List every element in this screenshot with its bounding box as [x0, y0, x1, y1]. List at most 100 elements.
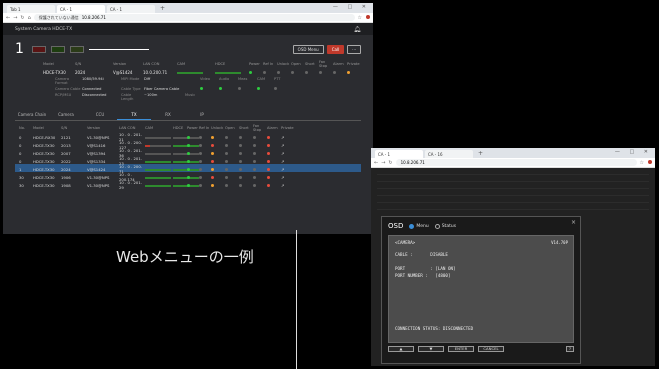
status-indicator [267, 143, 281, 148]
status-indicator [253, 167, 267, 172]
cancel-button[interactable]: CANCEL [478, 346, 504, 352]
status-indicator [187, 175, 199, 180]
status-indicator [253, 143, 267, 148]
browser-tab[interactable]: CA - 1 [107, 5, 155, 13]
url-field[interactable]: 10.8.206.71 [395, 159, 637, 166]
status-indicator [267, 167, 281, 172]
cam-level-bar [145, 175, 173, 180]
alarm-indicator [333, 70, 347, 75]
row-version: V@S1424 [87, 166, 106, 172]
row-version: V1.30@NPS [87, 134, 110, 140]
table-row[interactable]: 0 HDCE-RX30 2121 V1.30@NPS 10 . 0 . 201. 21 ↗ [15, 132, 361, 142]
reload-icon[interactable]: ↻ [20, 15, 24, 21]
new-tab-button[interactable]: + [157, 5, 168, 13]
row-model: HDCE-TX30 [33, 150, 55, 156]
close-icon[interactable]: × [571, 219, 576, 226]
osd-menu-button[interactable]: OSD Menu [292, 44, 324, 54]
info-label: Cable Length [121, 93, 134, 101]
info-value: ~100m [144, 93, 158, 97]
table-row[interactable]: 0 HDCE-TX30 2013 V@S1416 10 . 0 . 200. 127 ↗ [15, 140, 361, 150]
new-tab-button[interactable]: + [475, 150, 486, 158]
status-indicator [225, 159, 239, 164]
version-value: V@S1424 [113, 70, 133, 75]
tab-camera-chain[interactable]: Camera Chain [15, 110, 49, 120]
table-header-row: No. Model S/N Version LAN CON CAM HDCE P… [15, 124, 361, 132]
hdce-level-bar [173, 159, 199, 164]
call-button[interactable]: Call [326, 44, 345, 54]
table-row[interactable]: 1 HDCE-TX30 2024 V@S1424 10 . 0 . 200. 71 ↗ [15, 164, 361, 174]
share-icon[interactable]: ↗ [281, 151, 295, 156]
status-radio[interactable]: Status [434, 223, 456, 229]
profile-icon[interactable] [366, 14, 370, 19]
status-indicator [211, 135, 225, 140]
status-indicator [267, 183, 281, 188]
browser-tab[interactable]: Tab 1 [7, 5, 55, 13]
share-icon[interactable]: ↗ [281, 175, 295, 180]
hdce-level-bar [215, 70, 249, 75]
share-icon[interactable]: ↗ [281, 183, 295, 188]
star-icon[interactable]: ☆ [358, 15, 362, 21]
share-icon[interactable]: ↗ [281, 159, 295, 164]
tab-ip[interactable]: IP [185, 110, 219, 120]
browser-toolbar-right: ☆ [358, 14, 370, 21]
hdce-level-bar [173, 143, 199, 148]
back-icon[interactable]: ← [6, 15, 10, 21]
bell-icon[interactable]: 🔔︎ [353, 26, 361, 33]
browser-tab[interactable]: CA - 1 [375, 150, 423, 158]
col-header: Power [249, 62, 260, 66]
row-no: 0 [19, 142, 22, 148]
row-sn: 2121 [61, 134, 71, 140]
status-indicator [274, 87, 290, 91]
url-field[interactable]: 保護されていない通信 10.8.206.71 [33, 14, 355, 21]
menu-radio[interactable]: Menu [409, 223, 429, 229]
tab-ccu[interactable]: CCU [83, 110, 117, 120]
help-button[interactable]: ? [566, 346, 574, 352]
enter-button[interactable]: ENTER [448, 346, 474, 352]
table-header-cell: S/N [61, 126, 68, 130]
tab-camera[interactable]: Camera [49, 110, 83, 120]
tally-red-indicator [32, 45, 46, 53]
tab-tx[interactable]: TX [117, 110, 151, 120]
tab-rx[interactable]: RX [151, 110, 185, 120]
url-text: 10.8.206.71 [400, 160, 425, 165]
share-icon[interactable]: ↗ [281, 167, 295, 172]
window-controls[interactable]: — □ ✕ [333, 4, 370, 10]
up-button[interactable]: ▲ [388, 346, 414, 352]
row-version: V1.30@NPS [87, 174, 110, 180]
row-version: V@S1334 [87, 158, 106, 164]
row-no: 30 [19, 182, 24, 188]
row-sn: 2013 [61, 142, 71, 148]
more-button[interactable]: ··· [347, 44, 361, 54]
home-icon[interactable]: ⌂ [28, 15, 31, 21]
status-indicator [199, 175, 211, 180]
share-icon[interactable]: ↗ [281, 135, 295, 140]
browser-tab[interactable]: CA - 16 [425, 150, 473, 158]
table-row[interactable]: 0 HDCE-TX30 2022 V@S1334 10 . 0 . 201. 23 ↗ [15, 156, 361, 166]
table-row[interactable]: 30 HDCE-TX30 1906 V1.30@NPS 10 . 0 . 200.174… [15, 172, 361, 182]
table-header-cell: Private [281, 126, 294, 130]
table-row[interactable]: 0 HDCE-TX30 2007 V@S1394 10 . 0 . 201. 36 ↗ [15, 148, 361, 158]
table-row[interactable]: 30 HDCE-TX30 1908 V1.30@NPS 10 . 0 . 201. 29… [15, 180, 361, 190]
window-controls[interactable]: — □ ✕ [615, 149, 652, 155]
star-icon[interactable]: ☆ [640, 160, 644, 166]
col-header: Short [305, 62, 315, 66]
open-indicator [291, 70, 305, 75]
down-button[interactable]: ▼ [418, 346, 444, 352]
info-label: Camera Format [55, 77, 70, 85]
reload-icon[interactable]: ↻ [388, 160, 392, 166]
browser-tab[interactable]: CA - 1 [57, 5, 105, 13]
forward-icon[interactable]: → [381, 160, 385, 166]
dim-row [377, 182, 649, 189]
back-icon[interactable]: ← [374, 160, 378, 166]
profile-icon[interactable] [648, 159, 652, 164]
col-header: Model [43, 62, 54, 66]
forward-icon[interactable]: → [13, 15, 17, 21]
info-value: Fiber Camera Cable [144, 87, 180, 91]
status-indicator [225, 183, 239, 188]
divider-line [296, 230, 297, 369]
dim-row [377, 196, 649, 203]
tally-green-indicator [51, 45, 65, 53]
status-indicator [187, 151, 199, 156]
camera-info-1: Camera Format 1080/59.94i MIPI Mode Diff… [3, 76, 373, 86]
share-icon[interactable]: ↗ [281, 143, 295, 148]
